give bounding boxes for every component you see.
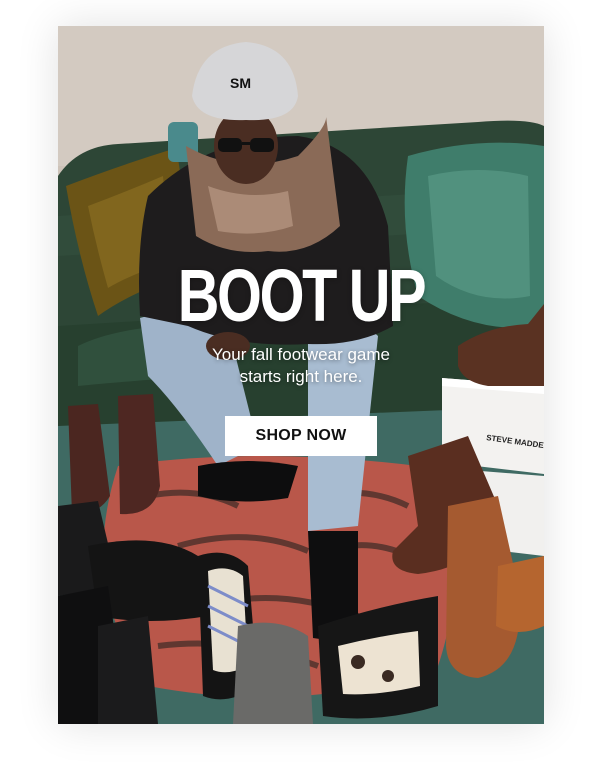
hero-headline: BOOT UP [177, 254, 427, 337]
hero-subhead-line2: starts right here. [239, 367, 363, 386]
beanie-logo: SM [230, 75, 251, 91]
hero-subhead: Your fall footwear game starts right her… [58, 344, 544, 388]
hero-banner[interactable]: SM STEVE MADDEN BOOT UP Your fall footwe… [58, 26, 544, 724]
hero-subhead-line1: Your fall footwear game [212, 345, 390, 364]
email-page: SM STEVE MADDEN BOOT UP Your fall footwe… [0, 0, 600, 781]
shop-now-button[interactable]: SHOP NOW [225, 416, 377, 456]
